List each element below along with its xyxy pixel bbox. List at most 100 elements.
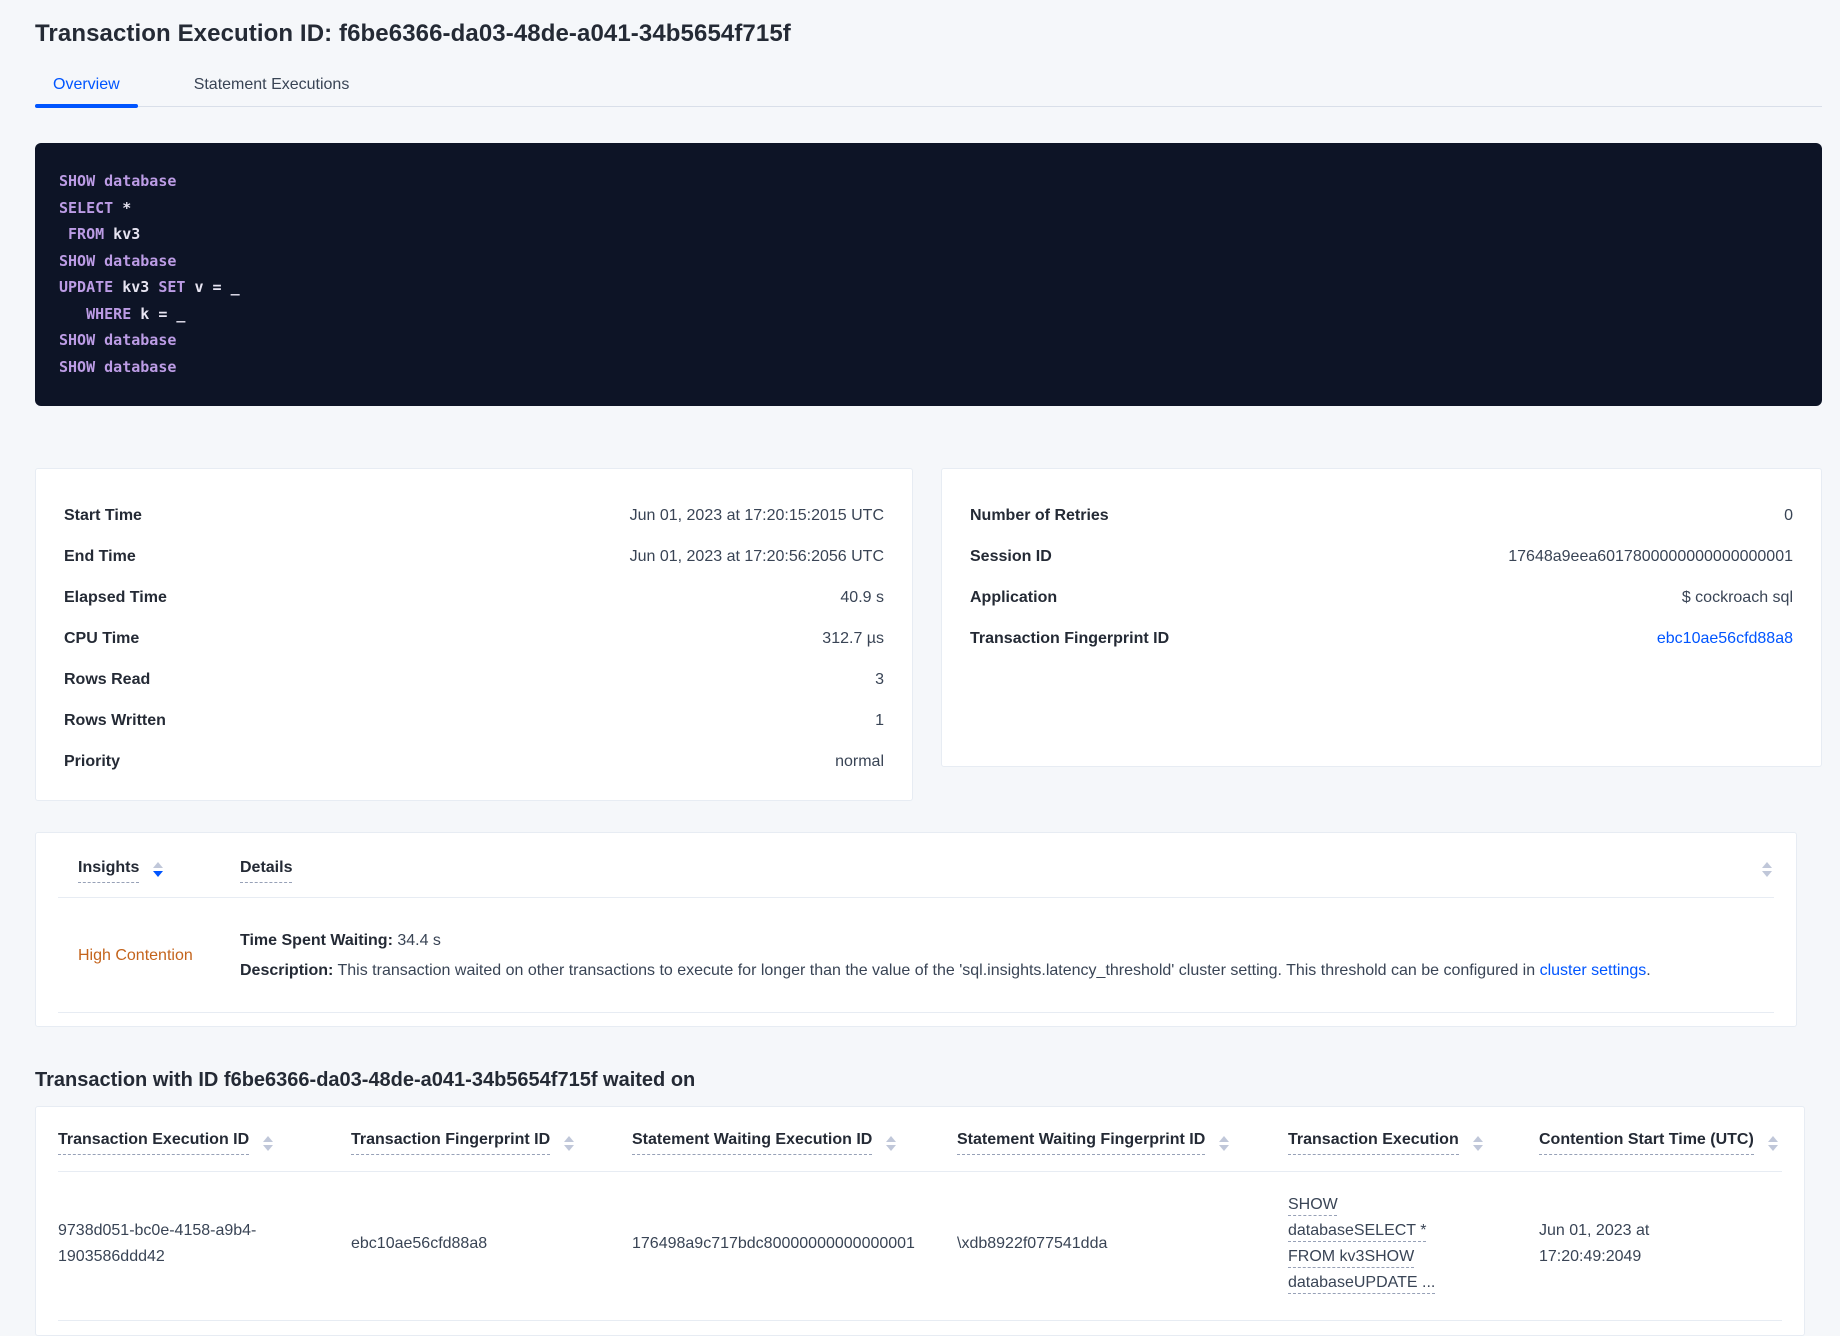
info-row: Start Time Jun 01, 2023 at 17:20:15:2015 … — [64, 495, 884, 536]
info-row: CPU Time 312.7 µs — [64, 618, 884, 659]
page-title: Transaction Execution ID: f6be6366-da03-… — [35, 20, 791, 47]
sql-keyword: database — [104, 357, 177, 376]
waited-on-heading: Transaction with ID f6be6366-da03-48de-a… — [35, 1069, 696, 1091]
info-row: Number of Retries 0 — [970, 495, 1793, 536]
sql-keyword: SHOW — [59, 331, 96, 349]
sql-line: SHOW database — [59, 168, 1798, 195]
column-header-statement-waiting-fingerprint-id[interactable]: Statement Waiting Fingerprint ID — [957, 1131, 1288, 1155]
description-suffix: . — [1646, 962, 1651, 979]
transaction-fingerprint-link[interactable]: ebc10ae56cfd88a8 — [1657, 630, 1793, 648]
sql-line: FROM kv3 — [68, 225, 141, 243]
transaction-execution-link[interactable]: SHOW databaseSELECT * FROM kv3SHOW datab… — [1288, 1192, 1463, 1296]
sort-icon[interactable] — [263, 1136, 274, 1151]
info-row-value: 3 — [875, 670, 884, 688]
info-row-value: 1 — [875, 711, 884, 729]
info-row-label: CPU Time — [64, 629, 140, 647]
insight-type-badge: High Contention — [78, 947, 193, 964]
info-row-label: Application — [970, 588, 1058, 606]
insights-column-header[interactable]: Insights — [78, 859, 240, 883]
sql-keyword: database — [104, 251, 177, 270]
sort-icon[interactable] — [564, 1136, 575, 1151]
cluster-settings-link[interactable]: cluster settings — [1540, 962, 1647, 979]
transaction-times-card: Start Time Jun 01, 2023 at 17:20:15:2015 … — [35, 468, 913, 801]
info-row: Priority normal — [64, 741, 884, 782]
info-row: Rows Written 1 — [64, 700, 884, 741]
sort-icon[interactable] — [153, 861, 164, 877]
tab-overview[interactable]: Overview — [35, 76, 138, 108]
details-column-header[interactable]: Details — [240, 859, 293, 883]
transaction-metadata-card: Number of Retries 0 Session ID 17648a9eea60… — [941, 468, 1822, 767]
sql-keyword: database — [104, 172, 177, 190]
sort-icon[interactable] — [886, 1136, 897, 1151]
info-row-label: Rows Written — [64, 711, 166, 729]
insights-table: Insights Details High Contention Time Sp… — [35, 832, 1797, 1027]
sql-line: SHOW database — [59, 327, 1798, 354]
sql-line: WHERE k = _ — [86, 304, 186, 323]
info-row-label: Number of Retries — [970, 506, 1109, 524]
time-spent-waiting-line: Time Spent Waiting: 34.4 s — [240, 926, 1772, 956]
sql-line: SHOW database — [59, 248, 1798, 275]
cell-statement-waiting-execution-id: 176498a9c717bdc80000000000000001 — [632, 1235, 915, 1252]
sql-keyword: UPDATE — [59, 278, 114, 296]
waited-on-table-row: 9738d051-bc0e-4158-a9b4-1903586ddd42 ebc… — [58, 1172, 1782, 1321]
transaction-details-page: Transaction Execution ID: f6be6366-da03-… — [0, 0, 1840, 1336]
info-row-label: Elapsed Time — [64, 588, 167, 606]
tab-statement-executions-label: Statement Executions — [193, 76, 350, 93]
cell-transaction-execution: SHOW databaseSELECT * FROM kv3SHOW datab… — [1288, 1192, 1539, 1296]
column-header-statement-waiting-execution-id[interactable]: Statement Waiting Execution ID — [632, 1131, 957, 1155]
info-row-value: normal — [835, 752, 884, 770]
info-row-label: Transaction Fingerprint ID — [970, 629, 1170, 647]
sort-icon[interactable] — [1219, 1136, 1230, 1151]
column-header-contention-start-time[interactable]: Contention Start Time (UTC) — [1539, 1131, 1782, 1155]
sort-icon[interactable] — [1762, 861, 1772, 877]
info-row-value: 17648a9eea6017800000000000000001 — [1508, 547, 1793, 565]
cell-statement-waiting-fingerprint-id: \xdb8922f077541dda — [957, 1235, 1108, 1252]
sql-code: SHOW database SELECT * FROM kv3 SHOW datab… — [59, 168, 1798, 380]
sql-keyword: SELECT — [59, 198, 114, 217]
time-spent-waiting-label: Time Spent Waiting: — [240, 932, 393, 949]
info-row-value: 312.7 µs — [822, 629, 884, 647]
info-row: Transaction Fingerprint ID ebc10ae56cfd88… — [970, 618, 1793, 659]
cell-transaction-execution-id: 9738d051-bc0e-4158-a9b4-1903586ddd42 — [58, 1222, 257, 1265]
description-label: Description: — [240, 962, 334, 979]
sql-line: UPDATE kv3 SET v = _ — [59, 278, 240, 296]
tab-bar: Overview Statement Executions — [35, 76, 1822, 108]
waited-on-table: Transaction Execution ID Transaction Fin… — [35, 1106, 1805, 1336]
sql-line: SELECT * — [59, 198, 132, 217]
sql-keyword: SHOW — [59, 357, 96, 376]
tab-statement-executions[interactable]: Statement Executions — [176, 76, 368, 106]
info-row-value: Jun 01, 2023 at 17:20:56:2056 UTC — [629, 547, 884, 565]
sql-statements-box: SHOW database SELECT * FROM kv3 SHOW datab… — [35, 143, 1822, 406]
info-row-label: Priority — [64, 752, 121, 770]
column-header-transaction-fingerprint-id[interactable]: Transaction Fingerprint ID — [351, 1131, 632, 1155]
sql-keyword: database — [104, 331, 177, 349]
info-row: Elapsed Time 40.9 s — [64, 577, 884, 618]
time-spent-waiting-value: 34.4 s — [392, 932, 441, 949]
info-row-value: $ cockroach sql — [1681, 588, 1793, 606]
cell-contention-start-time: Jun 01, 2023 at 17:20:49:2049 — [1539, 1222, 1650, 1265]
info-row-value: 40.9 s — [840, 588, 884, 606]
details-column-label: Details — [240, 859, 293, 883]
info-row-value: Jun 01, 2023 at 17:20:15:2015 UTC — [629, 506, 884, 524]
sql-keyword: SET — [158, 278, 186, 296]
info-row-label: Session ID — [970, 547, 1052, 565]
column-header-transaction-execution-id[interactable]: Transaction Execution ID — [58, 1131, 351, 1155]
info-row-value: 0 — [1784, 506, 1793, 524]
tab-overview-label: Overview — [53, 76, 120, 93]
description-text: This transaction waited on other transac… — [333, 962, 1540, 979]
column-header-transaction-execution[interactable]: Transaction Execution — [1288, 1131, 1539, 1155]
insight-row: High Contention Time Spent Waiting: 34.4… — [36, 898, 1796, 1012]
waited-on-table-header: Transaction Execution ID Transaction Fin… — [58, 1107, 1782, 1172]
summary-cards: Start Time Jun 01, 2023 at 17:20:15:2015 … — [35, 468, 1822, 801]
insights-column-label: Insights — [78, 859, 140, 883]
sort-icon[interactable] — [1472, 1136, 1483, 1151]
info-row-label: Rows Read — [64, 670, 151, 688]
sql-keyword: WHERE — [86, 304, 132, 323]
info-row-label: End Time — [64, 547, 136, 565]
info-row: End Time Jun 01, 2023 at 17:20:56:2056 UT… — [64, 536, 884, 577]
info-row-label: Start Time — [64, 506, 142, 524]
sql-keyword: SHOW — [59, 251, 96, 270]
sort-icon[interactable] — [1767, 1136, 1778, 1151]
info-row: Session ID 17648a9eea60178000000000000000… — [970, 536, 1793, 577]
sql-keyword: SHOW — [59, 172, 96, 190]
